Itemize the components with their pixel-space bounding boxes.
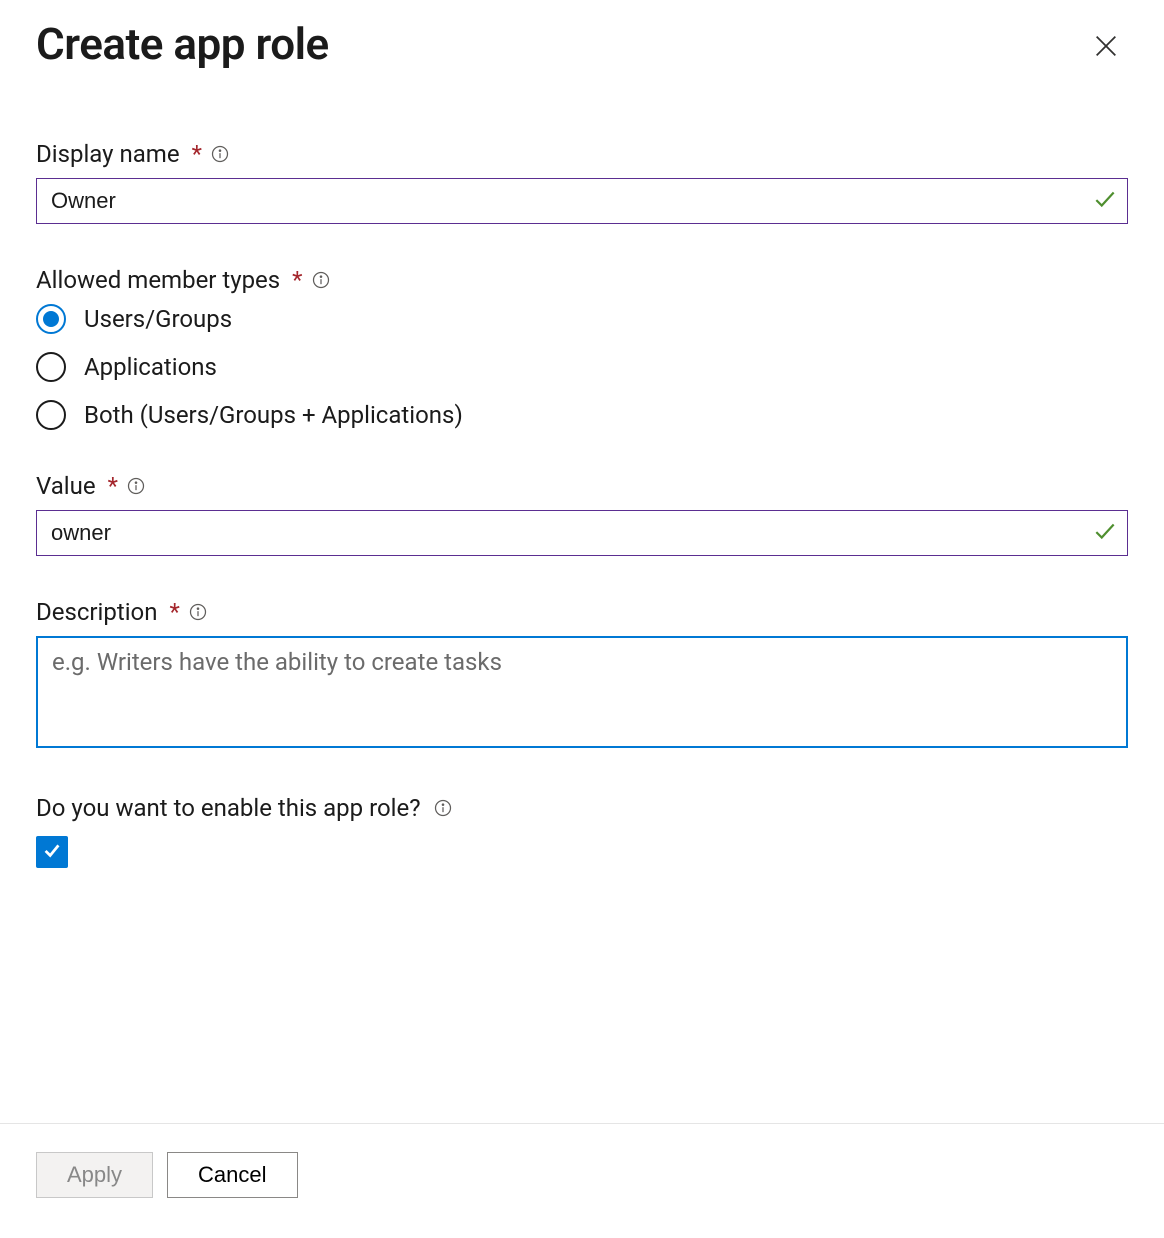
display-name-input[interactable] <box>36 178 1128 224</box>
field-label-row: Display name * <box>36 140 1128 168</box>
value-input-wrap <box>36 510 1128 556</box>
radio-users-groups[interactable]: Users/Groups <box>36 304 1128 334</box>
radio-indicator <box>36 400 66 430</box>
field-label-row: Allowed member types * <box>36 266 1128 294</box>
check-icon <box>1092 186 1118 216</box>
display-name-field: Display name * <box>36 140 1128 224</box>
pane-header: Create app role <box>0 0 1164 70</box>
pane-title: Create app role <box>36 18 329 70</box>
value-input[interactable] <box>36 510 1128 556</box>
enable-label-row: Do you want to enable this app role? <box>36 794 1128 822</box>
required-asterisk: * <box>292 266 302 294</box>
field-label-row: Description * <box>36 598 1128 626</box>
close-icon <box>1092 45 1120 64</box>
apply-button[interactable]: Apply <box>36 1152 153 1198</box>
required-asterisk: * <box>170 598 180 626</box>
radio-both[interactable]: Both (Users/Groups + Applications) <box>36 400 1128 430</box>
info-icon[interactable] <box>210 144 230 164</box>
radio-applications[interactable]: Applications <box>36 352 1128 382</box>
radio-label: Both (Users/Groups + Applications) <box>84 401 463 429</box>
cancel-button[interactable]: Cancel <box>167 1152 297 1198</box>
check-icon <box>1092 518 1118 548</box>
pane-footer: Apply Cancel <box>0 1123 1164 1238</box>
required-asterisk: * <box>192 140 202 168</box>
info-icon[interactable] <box>311 270 331 290</box>
form-body: Display name * Allowed me <box>0 70 1164 1123</box>
info-icon[interactable] <box>188 602 208 622</box>
enable-label: Do you want to enable this app role? <box>36 794 421 822</box>
required-asterisk: * <box>108 472 118 500</box>
display-name-label: Display name <box>36 140 180 168</box>
value-field: Value * <box>36 472 1128 556</box>
info-icon[interactable] <box>126 476 146 496</box>
enable-checkbox[interactable] <box>36 836 68 868</box>
allowed-member-types-radio-group: Users/Groups Applications Both (Users/Gr… <box>36 304 1128 430</box>
description-textarea[interactable] <box>36 636 1128 748</box>
allowed-member-types-field: Allowed member types * Users/Groups Appl… <box>36 266 1128 430</box>
display-name-input-wrap <box>36 178 1128 224</box>
radio-indicator <box>36 352 66 382</box>
description-label: Description <box>36 598 158 626</box>
description-field: Description * <box>36 598 1128 752</box>
radio-indicator <box>36 304 66 334</box>
radio-label: Users/Groups <box>84 305 232 333</box>
create-app-role-pane: Create app role Display name * <box>0 0 1164 1238</box>
field-label-row: Value * <box>36 472 1128 500</box>
enable-field: Do you want to enable this app role? <box>36 794 1128 868</box>
info-icon[interactable] <box>433 798 453 818</box>
close-button[interactable] <box>1092 32 1120 64</box>
check-icon <box>41 839 63 865</box>
value-label: Value <box>36 472 96 500</box>
radio-label: Applications <box>84 353 217 381</box>
allowed-member-types-label: Allowed member types <box>36 266 280 294</box>
